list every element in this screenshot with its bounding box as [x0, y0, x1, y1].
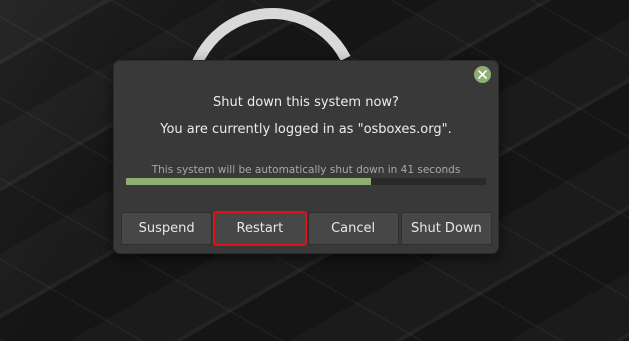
close-icon [478, 70, 487, 79]
shutdown-dialog: Shut down this system now? You are curre… [114, 61, 498, 253]
countdown-text: This system will be automatically shut d… [151, 164, 461, 176]
close-button[interactable] [474, 66, 491, 83]
action-buttons: Suspend Restart Cancel Shut Down [121, 211, 492, 246]
suspend-button[interactable]: Suspend [121, 212, 213, 245]
shutdown-button[interactable]: Shut Down [400, 212, 492, 245]
desktop-background: Shut down this system now? You are curre… [0, 0, 629, 341]
dialog-title: Shut down this system now? [213, 95, 399, 110]
countdown-progress-fill [126, 178, 371, 185]
restart-button[interactable]: Restart [213, 211, 307, 246]
dialog-subtitle: You are currently logged in as "osboxes.… [160, 122, 452, 137]
cancel-button[interactable]: Cancel [307, 212, 399, 245]
countdown-progress-bar [126, 178, 486, 185]
